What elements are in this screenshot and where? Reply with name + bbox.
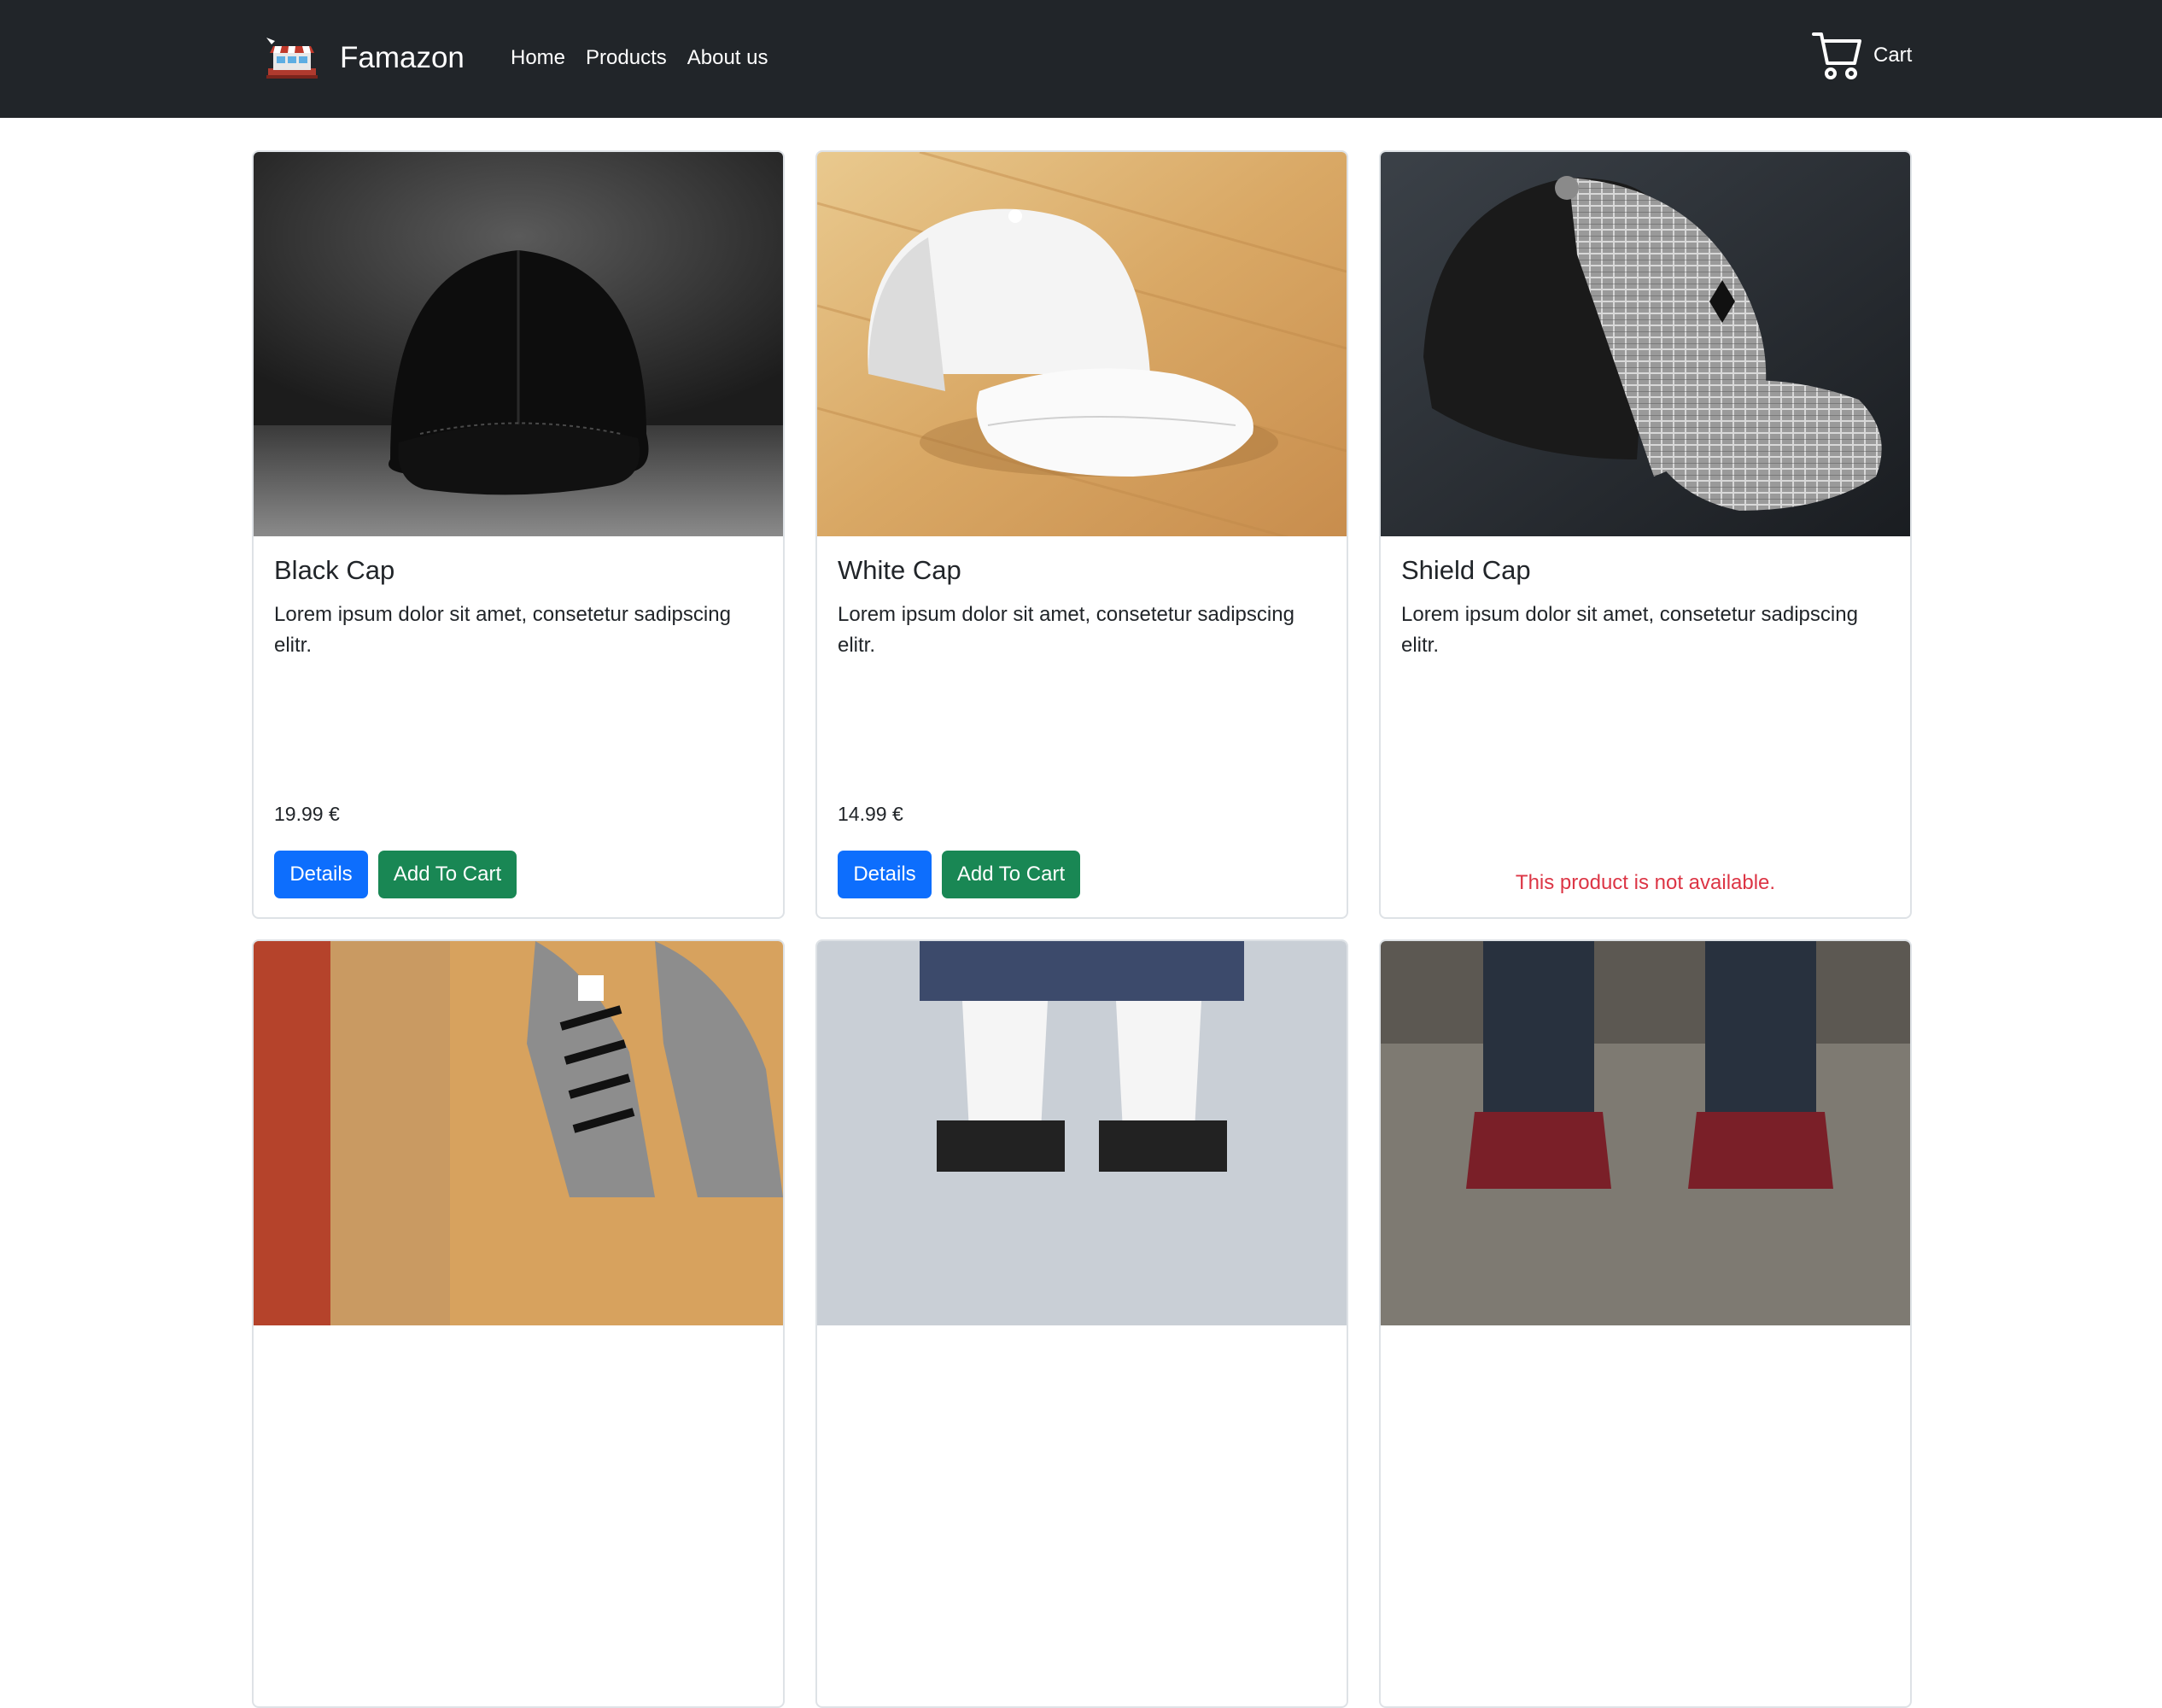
product-title: Shield Cap (1401, 555, 1531, 585)
product-image[interactable] (817, 152, 1347, 536)
product-image[interactable] (254, 152, 783, 536)
unavailable-message: This product is not available. (1515, 871, 1776, 894)
nav-link-products[interactable]: Products (586, 41, 667, 75)
product-card: Black Cap Lorem ipsum dolor sit amet, co… (252, 150, 785, 919)
product-image[interactable] (817, 941, 1347, 1325)
product-description: Lorem ipsum dolor sit amet, consetetur s… (838, 603, 1294, 657)
product-price: 19.99 € (274, 803, 340, 825)
details-button[interactable]: Details (274, 851, 368, 898)
details-button[interactable]: Details (838, 851, 932, 898)
product-image[interactable] (254, 941, 783, 1325)
nav-links: Home Products About us (511, 41, 788, 75)
product-description: Lorem ipsum dolor sit amet, consetetur s… (274, 603, 731, 657)
product-title: White Cap (838, 555, 961, 585)
shop-stall-icon (266, 38, 318, 79)
product-card (1379, 939, 1912, 1708)
product-image[interactable] (1381, 941, 1910, 1325)
cart-link[interactable]: Cart (1810, 29, 1912, 82)
add-to-cart-button[interactable]: Add To Cart (378, 851, 517, 898)
cart-icon (1812, 32, 1861, 79)
brand[interactable]: Famazon (263, 32, 465, 84)
nav-link-home[interactable]: Home (511, 41, 565, 75)
nav-link-about-us[interactable]: About us (687, 41, 768, 75)
cart-label: Cart (1873, 44, 1913, 67)
product-description: Lorem ipsum dolor sit amet, consetetur s… (1401, 603, 1858, 657)
product-price: 14.99 € (838, 803, 903, 825)
product-title: Black Cap (274, 555, 395, 585)
navbar: Famazon Home Products About us Cart (0, 0, 2162, 118)
add-to-cart-button[interactable]: Add To Cart (942, 851, 1080, 898)
product-card: Shield Cap Lorem ipsum dolor sit amet, c… (1379, 150, 1912, 919)
product-card (815, 939, 1348, 1708)
product-card: White Cap Lorem ipsum dolor sit amet, co… (815, 150, 1348, 919)
brand-name: Famazon (340, 41, 465, 74)
product-card (252, 939, 785, 1708)
product-image[interactable] (1381, 152, 1910, 536)
